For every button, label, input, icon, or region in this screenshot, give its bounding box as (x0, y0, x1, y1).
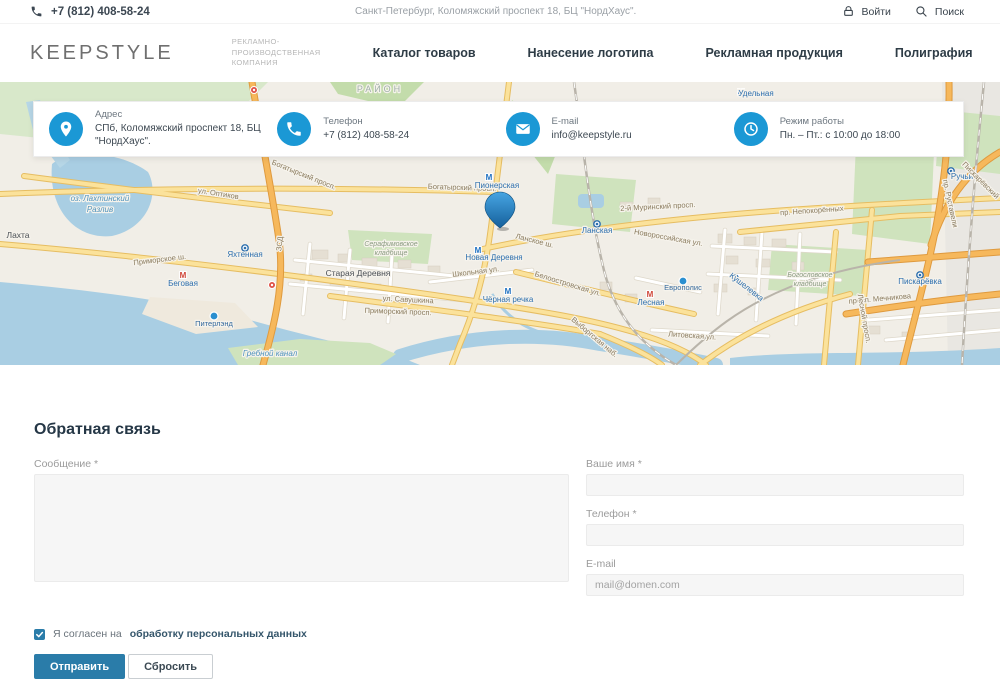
header: KeepStyle РЕКЛАМНО-ПРОИЗВОДСТВЕННАЯ КОМП… (0, 24, 1000, 82)
login-label[interactable]: Войти (862, 6, 891, 18)
info-value: СПб, Коломяжский проспект 18, БЦ "НордХа… (95, 122, 270, 149)
topbar: +7 (812) 408-58-24 Санкт-Петербург, Коло… (0, 0, 1000, 24)
map-label: Новая Деревня (465, 253, 522, 262)
map-label: Ланская (582, 226, 613, 235)
submit-button[interactable]: Отправить (34, 654, 125, 679)
map-label: Серафимовское (364, 241, 417, 248)
map-label: Удельная (738, 89, 773, 98)
contact-hours: Режим работы Пн. – Пт.: с 10:00 до 18:00 (727, 112, 955, 146)
map-section: ММММММРАЙОНоз. ЛахтинскийРазливЛахтаПрим… (0, 82, 1000, 365)
map-label: Питерлэнд (195, 319, 233, 328)
location-pin-icon (49, 112, 83, 146)
phone-label: Телефон * (586, 508, 964, 520)
map-label: Пионерская (475, 181, 519, 190)
map-label: ЗСД (274, 236, 285, 252)
map-label: Яхтенная (227, 250, 262, 259)
search-icon (915, 5, 928, 18)
info-value[interactable]: info@keepstyle.ru (552, 129, 632, 143)
contact-address: Адрес СПб, Коломяжский проспект 18, БЦ "… (42, 109, 270, 149)
map-label: Богословское (787, 272, 832, 279)
map-label: Разлив (87, 205, 113, 214)
phone-field[interactable] (586, 524, 964, 546)
message-textarea[interactable] (34, 474, 569, 582)
logo[interactable]: KeepStyle (30, 42, 174, 65)
nav-item-branding[interactable]: Нанесение логотипа (528, 24, 654, 82)
name-field[interactable] (586, 474, 964, 496)
map-label: Чёрная речка (483, 295, 534, 304)
page-title: Обратная связь (34, 421, 964, 439)
map-label: Европолис (664, 283, 702, 292)
map-label: Пискарёвка (898, 277, 942, 286)
info-label: Адрес (95, 109, 270, 122)
message-label: Сообщение * (34, 458, 569, 470)
map-label: Лесная (638, 298, 665, 307)
search-label[interactable]: Поиск (935, 6, 964, 18)
map-label: Лахта (7, 230, 30, 240)
contact-phone: Телефон +7 (812) 408-58-24 (270, 112, 498, 146)
personal-data-link[interactable]: обработку персональных данных (130, 628, 307, 640)
map-label: кладбище (794, 280, 827, 288)
login-button[interactable]: Войти (842, 5, 891, 18)
map-label: Беговая (168, 279, 198, 288)
topbar-phone-number[interactable]: +7 (812) 408-58-24 (51, 6, 150, 18)
nav-item-print[interactable]: Полиграфия (895, 24, 973, 82)
phone-icon (30, 5, 43, 18)
feedback-section: Обратная связь Сообщение * Ваше имя * Те… (0, 365, 1000, 679)
nav-item-promo[interactable]: Рекламная продукция (706, 24, 843, 82)
consent-checkbox[interactable] (34, 629, 45, 640)
contact-info-bar: Адрес СПб, Коломяжский проспект 18, БЦ "… (33, 101, 964, 157)
reset-button[interactable]: Сбросить (128, 654, 213, 679)
nav-item-catalog[interactable]: Каталог товаров (373, 24, 476, 82)
lock-icon (842, 5, 855, 18)
phone-icon (277, 112, 311, 146)
company-tagline: РЕКЛАМНО-ПРОИЗВОДСТВЕННАЯ КОМПАНИЯ (232, 37, 321, 70)
search-button[interactable]: Поиск (915, 5, 964, 18)
map-label: РАЙОН (357, 83, 403, 94)
email-field[interactable] (586, 574, 964, 596)
topbar-address: Санкт-Петербург, Коломяжский проспект 18… (150, 6, 842, 17)
name-label: Ваше имя * (586, 458, 964, 470)
map-label: кладбище (375, 249, 408, 257)
email-label: E-mail (586, 558, 964, 570)
map-label: Старая Деревня (326, 268, 391, 278)
map-label: оз. Лахтинский (71, 194, 130, 203)
info-value[interactable]: +7 (812) 408-58-24 (323, 129, 409, 143)
info-label: Режим работы (780, 116, 900, 129)
info-label: E-mail (552, 116, 632, 129)
consent-text: Я согласен на (53, 628, 122, 640)
contact-email: E-mail info@keepstyle.ru (499, 112, 727, 146)
consent-row: Я согласен на обработку персональных дан… (34, 628, 964, 640)
info-label: Телефон (323, 116, 409, 129)
main-nav: Каталог товаров Нанесение логотипа Рекла… (321, 24, 1000, 82)
envelope-icon (506, 112, 540, 146)
clock-icon (734, 112, 768, 146)
info-value: Пн. – Пт.: с 10:00 до 18:00 (780, 129, 900, 143)
topbar-phone[interactable]: +7 (812) 408-58-24 (30, 5, 150, 18)
map-label: Гребной канал (243, 349, 298, 358)
